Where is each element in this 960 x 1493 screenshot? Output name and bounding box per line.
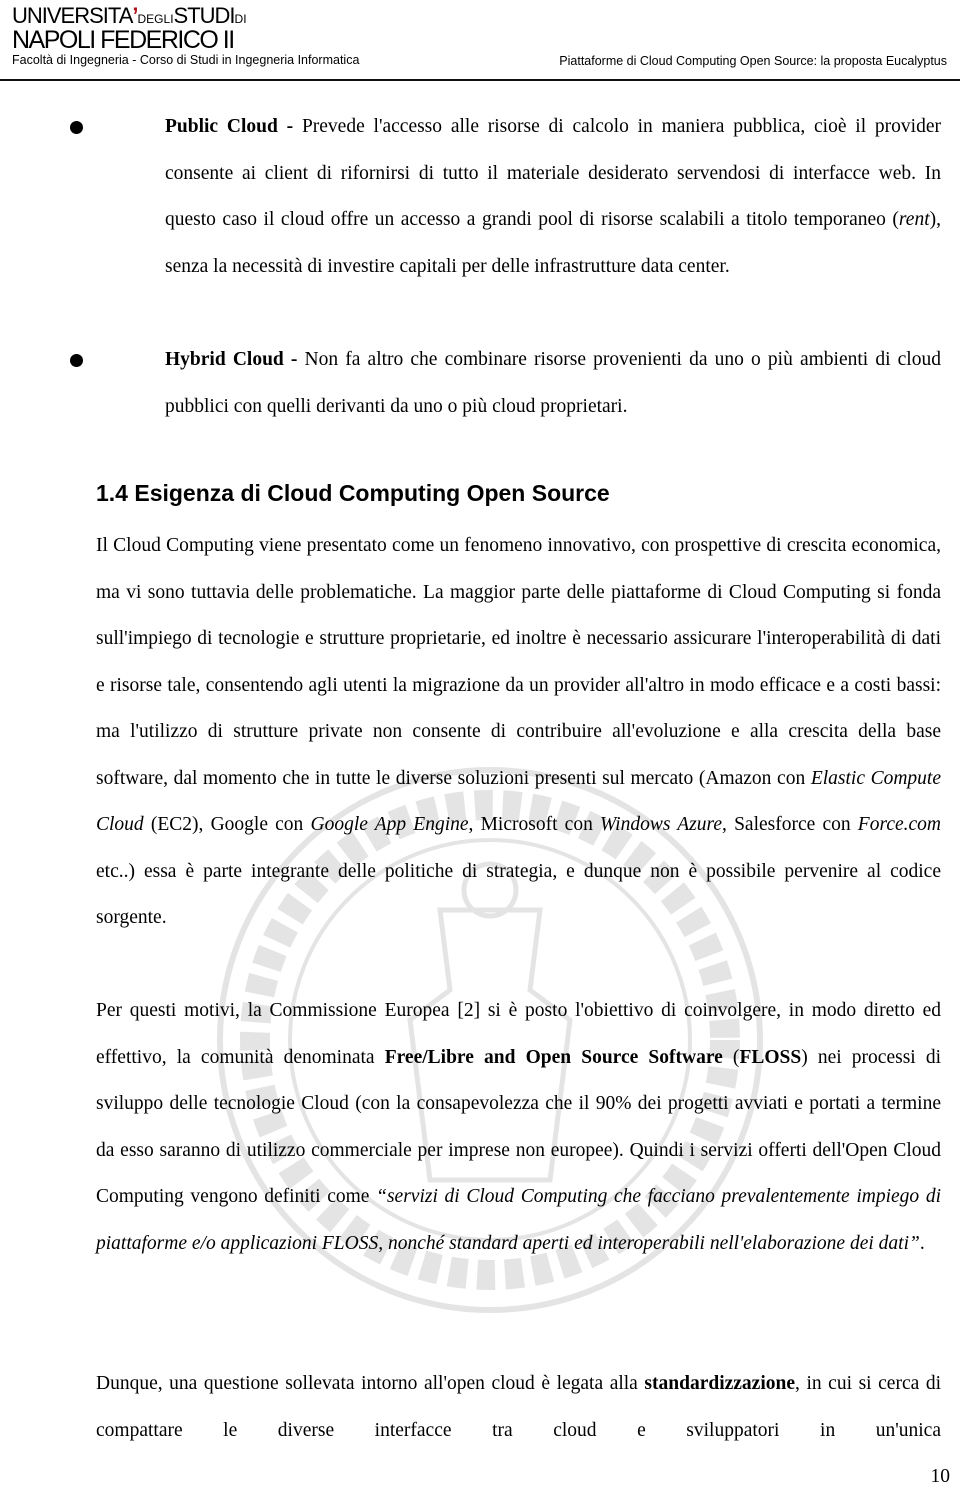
bullet-icon [70,121,83,134]
bullet-term: Hybrid Cloud - [165,349,298,370]
logo-text-universita: UNIVERSITA [12,3,133,28]
bullet-item-hybrid-cloud: Hybrid Cloud - Non fa altro che combinar… [165,337,941,430]
paragraph-text: . [919,1232,925,1254]
bold-term: Free/Libre and Open Source Software [384,1046,723,1068]
document-title: Piattaforme di Cloud Computing Open Sour… [559,54,947,68]
product-name: Windows Azure [600,814,723,835]
faculty-label: Facoltà di Ingegneria - Corso di Studi i… [12,53,360,67]
paragraph-text: Il Cloud Computing viene presentato come… [96,535,941,789]
paragraph-text: ) nei processi di sviluppo delle tecnolo… [96,1046,941,1208]
page-number: 10 [930,1466,951,1487]
paragraph-1: Il Cloud Computing viene presentato come… [96,523,941,942]
paragraph-text: , Microsoft con [468,814,600,835]
bullet-term: Public Cloud - [165,116,294,137]
logo-text-studi: STUDI [173,3,236,28]
logo-text-di: DI [234,12,247,26]
bullet-italic-term: rent [898,209,930,230]
paragraph-2: Per questi motivi, la Commissione Europe… [96,988,941,1267]
section-heading: 1.4 Esigenza di Cloud Computing Open Sou… [96,480,610,506]
page-header: UNIVERSITA’DEGLISTUDIDI NAPOLI FEDERICO … [0,0,960,82]
product-name: Force.com [857,814,941,835]
bold-term: standardizzazione [644,1373,795,1394]
paragraph-text: Dunque, una questione sollevata intorno … [96,1373,645,1394]
product-name: Google App Engine [310,814,469,835]
logo-text-degli: DEGLI [137,12,174,26]
paragraph-text: , Salesforce con [722,814,858,835]
bullet-item-public-cloud: Public Cloud - Prevede l'accesso alle ri… [165,104,941,290]
paragraph-text: ( [722,1046,740,1068]
university-logo-line2: NAPOLI FEDERICO II [12,26,235,54]
paragraph-3: Dunque, una questione sollevata intorno … [96,1361,941,1454]
header-divider [0,79,960,81]
paragraph-text: etc..) essa è parte integrante delle pol… [96,860,941,929]
bold-term: FLOSS [739,1046,802,1068]
bullet-icon [70,354,83,367]
paragraph-text: (EC2), Google con [143,814,311,835]
